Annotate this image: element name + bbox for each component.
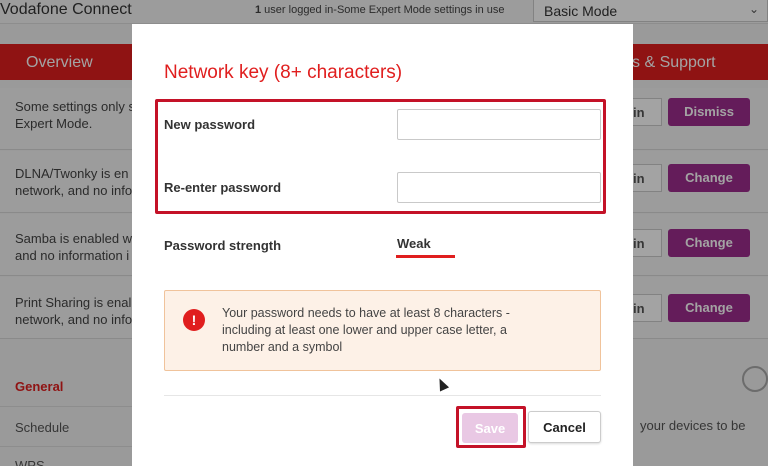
- dialog-title: Network key (8+ characters): [164, 62, 403, 83]
- password-fields-highlight: [155, 99, 606, 214]
- network-key-dialog: Network key (8+ characters) New password…: [132, 24, 633, 466]
- password-strength-bar: [396, 255, 455, 258]
- password-strength-label: Password strength: [164, 238, 282, 253]
- dialog-divider: [164, 395, 601, 396]
- save-button-highlight: [456, 406, 526, 448]
- cancel-button[interactable]: Cancel: [528, 411, 601, 443]
- password-warning: ! Your password needs to have at least 8…: [164, 290, 601, 371]
- password-strength-value: Weak: [397, 236, 431, 251]
- warning-text: Your password needs to have at least 8 c…: [222, 306, 510, 354]
- exclamation-circle-icon: !: [183, 309, 205, 331]
